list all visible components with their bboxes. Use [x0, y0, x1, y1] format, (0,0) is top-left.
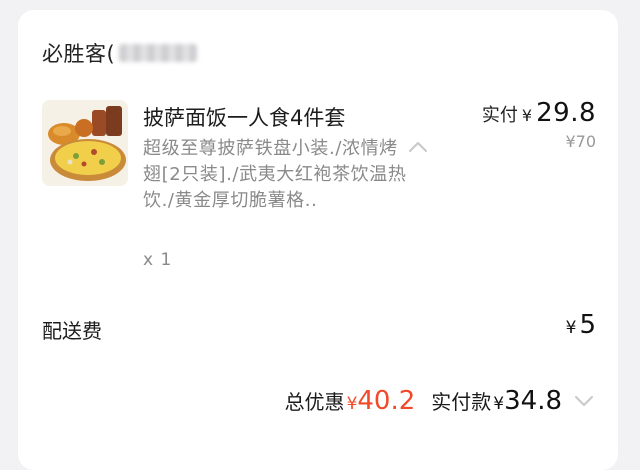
product-name[interactable]: 披萨面饭一人食4件套	[143, 102, 345, 132]
pizza-combo-image	[42, 100, 128, 186]
redacted-text	[119, 44, 198, 62]
chevron-down-icon[interactable]	[574, 394, 594, 408]
store-name-label: 必胜客(	[42, 42, 116, 66]
discount-value: 40.2	[357, 386, 416, 416]
paid-currency: ¥	[521, 106, 533, 125]
discount-currency: ¥	[346, 394, 358, 414]
item-quantity: x 1	[143, 250, 173, 270]
store-name[interactable]: 必胜客(	[42, 38, 198, 68]
delivery-fee-amount: ¥ 5	[566, 310, 596, 340]
original-price: ¥70	[565, 132, 596, 151]
item-paid-price: 实付 ¥ 29.8	[482, 98, 596, 128]
discount-label: 总优惠	[284, 390, 345, 414]
chevron-up-icon[interactable]	[408, 140, 428, 154]
order-summary[interactable]: 总优惠 ¥ 40.2 实付款 ¥ 34.8	[285, 386, 594, 416]
total-value: 34.8	[504, 386, 562, 416]
delivery-fee-label: 配送费	[42, 319, 102, 343]
delivery-value: 5	[579, 310, 596, 340]
product-image[interactable]	[42, 100, 128, 186]
paid-label: 实付	[481, 105, 518, 126]
total-currency: ¥	[493, 394, 505, 414]
delivery-currency: ¥	[565, 318, 577, 338]
total-label: 实付款	[431, 390, 492, 414]
product-description: 超级至尊披萨铁盘小装./浓情烤翅[2只装]./武夷大红袍茶饮温热饮./黄金厚切脆…	[143, 138, 407, 211]
paid-value: 29.8	[536, 98, 596, 128]
